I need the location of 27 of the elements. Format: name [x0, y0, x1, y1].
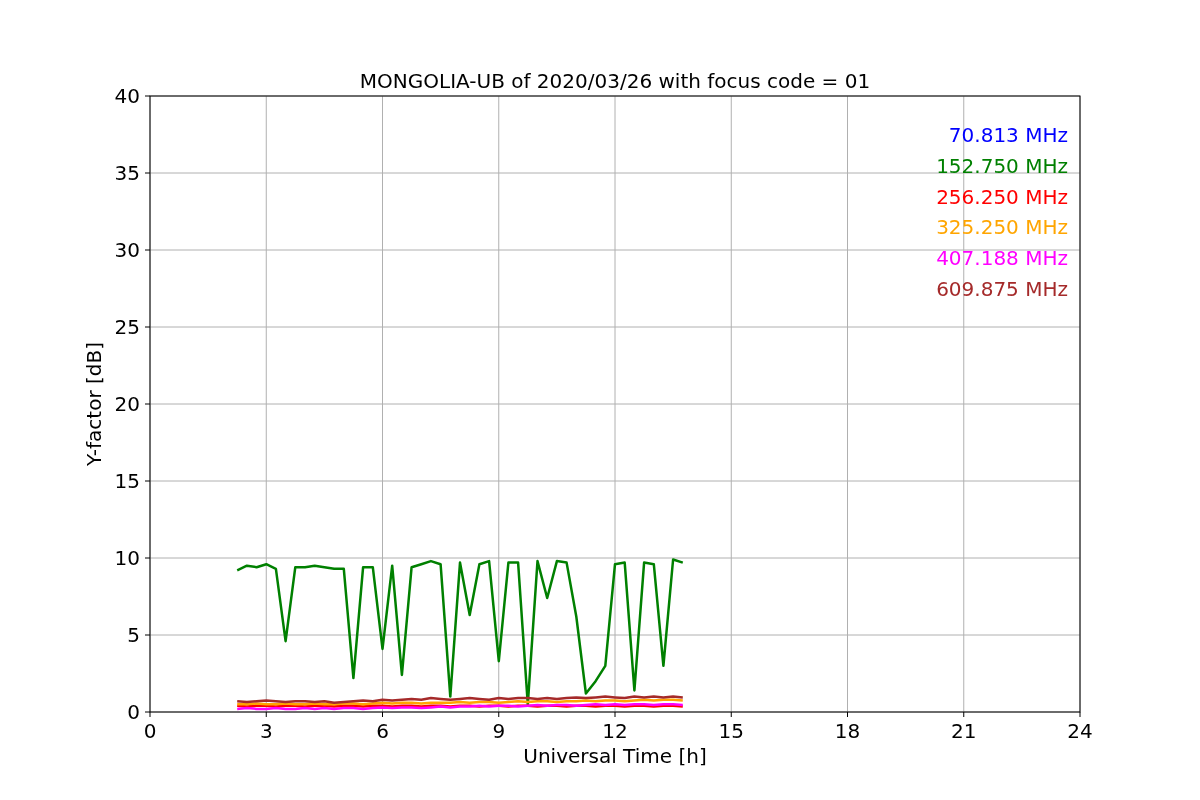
chart-title: MONGOLIA-UB of 2020/03/26 with focus code = 01: [359, 69, 871, 93]
x-tick-label: 15: [718, 719, 744, 743]
y-tick-label: 0: [127, 700, 140, 724]
x-tick-label: 3: [259, 719, 273, 743]
legend-label: 152.750 MHz: [936, 153, 1068, 178]
x-tick-label: 24: [1067, 719, 1093, 743]
legend-label: 609.875 MHz: [936, 277, 1068, 301]
legend-label: 325.250 MHz: [936, 215, 1068, 240]
x-tick-label: 6: [376, 719, 389, 743]
y-tick-label: 30: [114, 238, 140, 262]
x-tick-label: 0: [143, 719, 157, 743]
y-tick-label: 25: [114, 315, 140, 339]
y-tick-label: 35: [114, 161, 140, 185]
x-axis-label: Universal Time [h]: [523, 744, 707, 768]
y-tick-label: 10: [114, 546, 140, 570]
legend-label: 70.813 MHz: [948, 123, 1068, 147]
legend-label: 256.250 MHz: [936, 184, 1068, 209]
y-tick-label: 5: [127, 623, 140, 647]
y-tick-label: 20: [114, 392, 140, 416]
x-tick-label: 21: [951, 719, 977, 743]
y-tick-label: 40: [114, 84, 140, 108]
x-tick-label: 18: [834, 719, 861, 743]
x-tick-label: 12: [602, 719, 628, 743]
legend-label: 407.188 MHz: [936, 246, 1068, 271]
y-axis-label: Y-factor [dB]: [82, 342, 106, 466]
y-tick-label: 15: [114, 469, 140, 493]
x-tick-label: 9: [492, 719, 506, 743]
